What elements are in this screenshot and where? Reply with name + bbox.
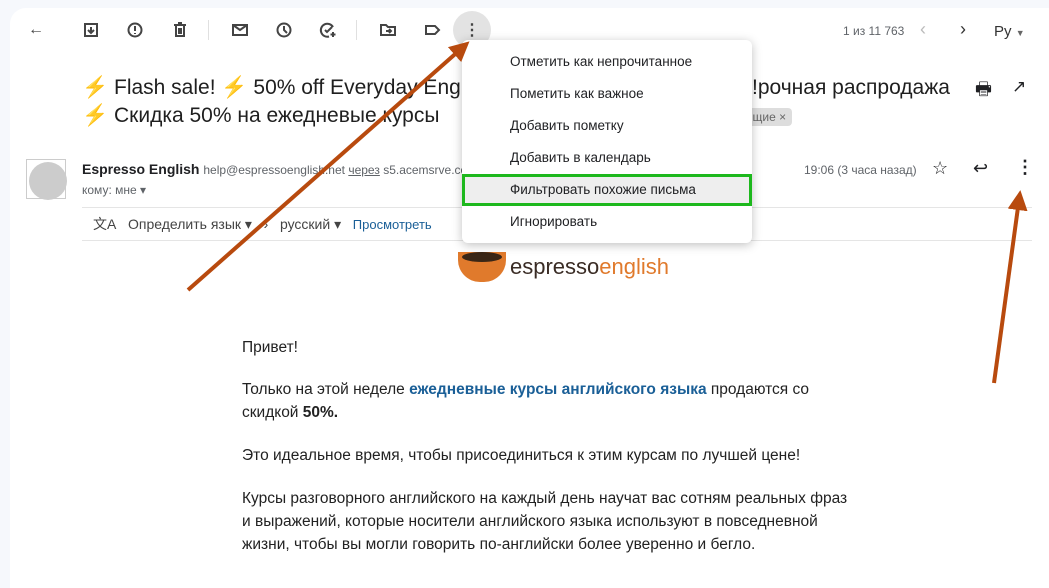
menu-item-mute[interactable]: Игнорировать xyxy=(462,206,752,238)
menu-item-add-label[interactable]: Добавить пометку xyxy=(462,110,752,142)
translate-icon: 文A xyxy=(93,216,117,232)
star-button[interactable]: ☆ xyxy=(932,158,948,179)
add-task-button[interactable] xyxy=(310,12,346,48)
folder-move-icon xyxy=(380,24,396,36)
move-to-button[interactable] xyxy=(370,12,406,48)
menu-item-filter-similar[interactable]: Фильтровать похожие письма xyxy=(462,174,752,206)
reply-icon: ↩ xyxy=(973,158,989,178)
archive-button[interactable] xyxy=(73,12,109,48)
label-icon xyxy=(425,25,441,35)
close-icon: × xyxy=(779,110,787,124)
avatar xyxy=(26,159,67,200)
print-button[interactable]: 🖶 xyxy=(975,77,992,107)
mail-icon xyxy=(232,24,248,36)
sender-line: Espresso English help@espressoenglish.ne… xyxy=(82,161,478,177)
subject-line-1-end: рочная распродажа! xyxy=(752,76,952,100)
clock-icon xyxy=(276,22,292,38)
subject-line-2: ⚡ Скидка 50% на ежедневые курсы xyxy=(82,104,440,127)
task-add-icon xyxy=(319,22,336,38)
delete-button[interactable] xyxy=(162,12,198,48)
open-in-new-icon: ↗ xyxy=(1012,77,1027,96)
label-button[interactable] xyxy=(414,12,450,48)
arrow-left-icon: ← xyxy=(28,21,44,38)
more-vert-icon: ⋮ xyxy=(1016,157,1034,177)
chevron-right-icon: › xyxy=(263,216,269,232)
lightning-icon: ⚡ xyxy=(82,104,109,127)
translate-bar: 文A Определить язык ▾ › русский ▾ Просмот… xyxy=(93,214,432,234)
more-actions-menu: Отметить как непрочитанное Пометить как … xyxy=(462,40,752,243)
view-translation-link[interactable]: Просмотреть xyxy=(353,217,432,232)
sender-name: Espresso English xyxy=(82,161,200,177)
source-language-select[interactable]: Определить язык ▾ xyxy=(128,216,252,232)
menu-item-mark-important[interactable]: Пометить как важное xyxy=(462,78,752,110)
back-button[interactable]: ← xyxy=(18,12,54,48)
lightning-icon: ⚡ xyxy=(221,76,248,99)
menu-item-add-to-calendar[interactable]: Добавить в календарь xyxy=(462,142,752,174)
subject-line-1: ⚡ Flash sale! ⚡ 50% off Everyday Eng xyxy=(82,76,461,99)
recipients-toggle[interactable]: кому: мне ▾ xyxy=(82,183,146,197)
reply-button[interactable]: ↩ xyxy=(973,158,988,179)
more-vert-icon: ⋮ xyxy=(464,22,480,39)
spam-icon xyxy=(127,22,143,38)
newer-button[interactable]: ‹ xyxy=(920,19,926,40)
archive-icon xyxy=(84,23,98,37)
espresso-english-logo: espresso english xyxy=(458,252,669,282)
timestamp: 19:06 (3 часа назад) xyxy=(804,163,917,177)
lightning-icon: ⚡ xyxy=(82,76,109,99)
message-counter: 1 из 11 763 xyxy=(843,24,905,38)
mark-unread-button[interactable] xyxy=(222,12,258,48)
input-language-button[interactable]: Ру ▼ xyxy=(994,23,1025,40)
spam-button[interactable] xyxy=(117,12,153,48)
snooze-button[interactable] xyxy=(266,12,302,48)
print-icon: 🖶 xyxy=(975,79,992,99)
star-icon: ☆ xyxy=(932,158,949,178)
trash-icon xyxy=(174,22,186,37)
message-more-button[interactable]: ⋮ xyxy=(1016,157,1034,178)
open-new-window-button[interactable]: ↗ xyxy=(1012,77,1026,97)
courses-link[interactable]: ежедневные курсы английского языка xyxy=(409,381,707,398)
target-language-select[interactable]: русский ▾ xyxy=(280,216,341,232)
older-button[interactable]: › xyxy=(960,19,966,40)
menu-item-mark-unread[interactable]: Отметить как непрочитанное xyxy=(462,46,752,78)
